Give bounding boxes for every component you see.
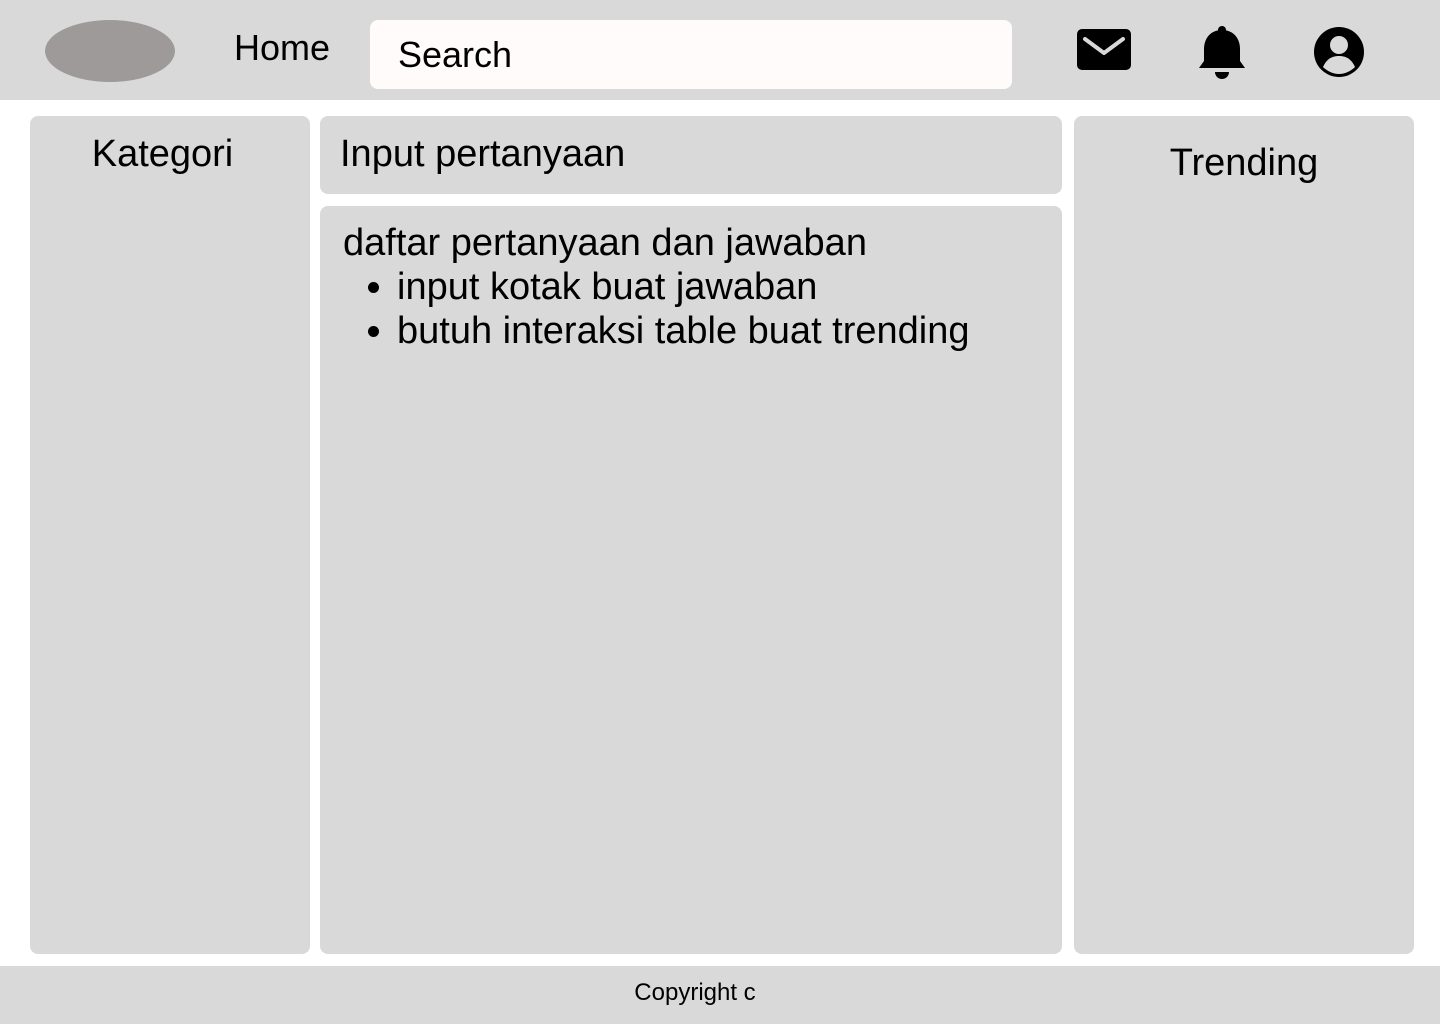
- question-input-label: Input pertanyaan: [340, 133, 626, 175]
- home-link[interactable]: Home: [234, 26, 330, 70]
- logo[interactable]: [45, 20, 175, 82]
- kategori-title: Kategori: [91, 133, 234, 175]
- qa-list-title: daftar pertanyaan dan jawaban: [343, 222, 867, 264]
- bell-icon[interactable]: [1194, 24, 1250, 80]
- copyright-text: Copyright c: [634, 979, 756, 1006]
- search-input[interactable]: [370, 20, 1012, 89]
- kategori-panel: [30, 116, 310, 954]
- header-bar: Home: [0, 0, 1440, 100]
- qa-notes-list: input kotak buat jawaban butuh interaksi…: [343, 265, 970, 353]
- list-item: input kotak buat jawaban: [397, 265, 970, 309]
- user-icon[interactable]: [1311, 24, 1367, 80]
- trending-panel: [1074, 116, 1414, 954]
- search-box: [370, 20, 1012, 89]
- list-item: butuh interaksi table buat trending: [397, 309, 970, 353]
- trending-title: Trending: [1169, 142, 1319, 184]
- mail-icon[interactable]: [1076, 24, 1132, 80]
